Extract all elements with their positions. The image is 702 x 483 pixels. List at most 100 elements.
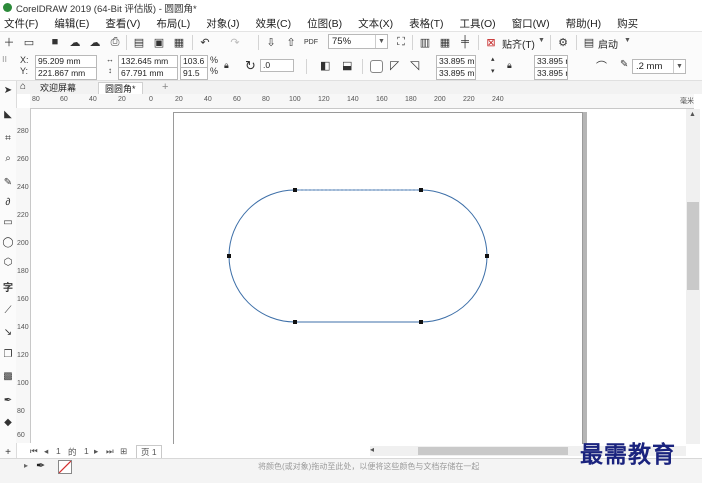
import-icon[interactable]: ⇩ xyxy=(264,35,278,49)
new-document-icon[interactable]: ＋ xyxy=(2,35,16,49)
cloud-download-icon[interactable]: ☁ xyxy=(68,35,82,49)
corner-radius-bottom-left-field[interactable]: 33.895 mm xyxy=(436,67,476,80)
first-page-icon[interactable]: ⏮ xyxy=(30,446,38,457)
selection-handle[interactable] xyxy=(293,188,297,192)
no-color-swatch[interactable] xyxy=(58,460,72,474)
menu-bitmaps[interactable]: 位图(B) xyxy=(307,16,342,31)
y-position-field[interactable]: 221.867 mm xyxy=(35,67,97,80)
selection-handle[interactable] xyxy=(485,254,489,258)
add-tool-icon[interactable]: + xyxy=(1,445,15,459)
full-screen-icon[interactable]: ⛶ xyxy=(394,35,408,49)
text-tool-icon[interactable]: 字 xyxy=(1,279,15,294)
selection-handle[interactable] xyxy=(293,320,297,324)
menu-file[interactable]: 文件(F) xyxy=(4,16,38,31)
drawing-canvas[interactable] xyxy=(31,109,685,444)
menu-tools[interactable]: 工具(O) xyxy=(460,16,496,31)
relative-corner-scaling-icon[interactable]: ⌒ xyxy=(596,58,607,74)
last-page-icon[interactable]: ⏭ xyxy=(106,446,114,457)
polygon-tool-icon[interactable]: ⬡ xyxy=(1,255,15,269)
expand-icon[interactable]: ▸ xyxy=(24,461,28,470)
show-guidelines-icon[interactable]: ╪ xyxy=(458,35,472,49)
pick-tool-icon[interactable]: ➤ xyxy=(1,83,15,97)
drop-shadow-icon[interactable]: ❐ xyxy=(1,347,15,361)
crop-tool-icon[interactable]: ⌗ xyxy=(1,131,15,145)
scroll-up-icon[interactable]: ▲ xyxy=(689,111,696,118)
horizontal-ruler[interactable]: 80 60 40 20 0 20 40 60 80 100 120 140 16… xyxy=(30,94,694,109)
rotation-angle-field[interactable]: .0 xyxy=(260,59,294,72)
page-tab[interactable]: 页 1 xyxy=(136,445,162,459)
copy-icon[interactable]: ▣ xyxy=(152,35,166,49)
selection-handle[interactable] xyxy=(227,254,231,258)
launch-menu[interactable]: 启动 xyxy=(598,36,618,51)
vertical-scroll-thumb[interactable] xyxy=(687,202,699,290)
show-grid-icon[interactable]: ▦ xyxy=(438,35,452,49)
spinner-up-icon[interactable]: ▴ xyxy=(491,55,495,63)
menu-layout[interactable]: 布局(L) xyxy=(156,16,190,31)
options-gear-icon[interactable]: ⚙ xyxy=(556,35,570,49)
zoom-tool-icon[interactable]: ⌕ xyxy=(1,151,15,165)
snap-off-icon[interactable]: ⊠ xyxy=(484,35,498,49)
menu-view[interactable]: 查看(V) xyxy=(105,16,140,31)
menu-text[interactable]: 文本(X) xyxy=(358,16,393,31)
menu-help[interactable]: 帮助(H) xyxy=(566,16,602,31)
chevron-down-icon[interactable]: ▼ xyxy=(538,37,545,44)
menu-table[interactable]: 表格(T) xyxy=(409,16,443,31)
cut-icon[interactable]: ▤ xyxy=(132,35,146,49)
tab-welcome-screen[interactable]: 欢迎屏幕 xyxy=(34,82,82,94)
menu-effects[interactable]: 效果(C) xyxy=(256,16,292,31)
paste-icon[interactable]: ▦ xyxy=(172,35,186,49)
round-corner-icon[interactable] xyxy=(370,60,383,73)
menu-buy[interactable]: 购买 xyxy=(617,16,638,31)
menu-window[interactable]: 窗口(W) xyxy=(512,16,550,31)
connector-tool-icon[interactable]: ↘ xyxy=(1,325,15,339)
chevron-down-icon[interactable]: ▼ xyxy=(624,37,631,44)
shape-tool-icon[interactable]: ◣ xyxy=(1,107,15,121)
home-icon[interactable]: ⌂ xyxy=(20,81,26,92)
mirror-vertical-icon[interactable]: ⬓ xyxy=(342,59,352,72)
outline-width-select[interactable]: .2 mm ▼ xyxy=(632,59,686,74)
save-icon[interactable]: ■ xyxy=(48,35,62,49)
scalloped-corner-icon[interactable]: ◸ xyxy=(390,58,399,72)
scroll-left-icon[interactable]: ◂ xyxy=(370,445,374,454)
menu-edit[interactable]: 编辑(E) xyxy=(54,16,89,31)
corner-radius-bottom-right-field[interactable]: 33.895 mm xyxy=(534,67,568,80)
mirror-horizontal-icon[interactable]: ◧ xyxy=(320,59,330,72)
open-folder-icon[interactable]: ▭ xyxy=(22,35,36,49)
snap-to-menu[interactable]: 贴齐(T) xyxy=(502,36,535,51)
add-tab-icon[interactable]: + xyxy=(162,81,168,93)
eyedropper-icon[interactable]: ✒ xyxy=(36,459,45,472)
lock-corners-icon[interactable]: 🔒︎ xyxy=(507,60,512,71)
vertical-scrollbar[interactable]: ▲ xyxy=(686,109,700,444)
transparency-icon[interactable]: ▩ xyxy=(1,369,15,383)
spinner-down-icon[interactable]: ▾ xyxy=(491,67,495,75)
parallel-dimension-icon[interactable]: ⟋ xyxy=(1,303,15,317)
scale-y-field[interactable]: 91.5 xyxy=(180,67,208,80)
height-field[interactable]: 67.791 mm xyxy=(118,67,178,80)
freehand-tool-icon[interactable]: ✎ xyxy=(1,175,15,189)
export-icon[interactable]: ⇧ xyxy=(284,35,298,49)
menu-object[interactable]: 对象(J) xyxy=(206,16,239,31)
vertical-ruler[interactable]: 280 260 240 220 200 180 160 140 120 100 … xyxy=(16,108,31,443)
launch-icon[interactable]: ▤ xyxy=(582,35,596,49)
show-rulers-icon[interactable]: ▥ xyxy=(418,35,432,49)
zoom-level-select[interactable]: 75% ▼ xyxy=(328,34,388,49)
cloud-upload-icon[interactable]: ☁ xyxy=(88,35,102,49)
export-pdf-icon[interactable]: PDF xyxy=(304,35,318,49)
lock-ratio-icon[interactable]: 🔒︎ xyxy=(224,60,229,71)
next-page-icon[interactable]: ▸ xyxy=(94,446,98,457)
prev-page-icon[interactable]: ◂ xyxy=(44,446,48,457)
redo-icon[interactable]: ↷ xyxy=(228,35,242,49)
selection-handle[interactable] xyxy=(419,188,423,192)
artistic-media-icon[interactable]: ∂ xyxy=(1,195,15,209)
chamfered-corner-icon[interactable]: ◹ xyxy=(410,58,419,72)
horizontal-scroll-thumb[interactable] xyxy=(418,447,568,455)
eyedropper-icon[interactable]: ✒ xyxy=(1,393,15,407)
print-icon[interactable]: ⎙ xyxy=(108,35,122,49)
rectangle-tool-icon[interactable]: ▭ xyxy=(1,215,15,229)
interactive-fill-icon[interactable]: ◆ xyxy=(1,415,15,429)
ellipse-tool-icon[interactable]: ◯ xyxy=(1,235,15,249)
add-page-icon[interactable]: ⊞ xyxy=(120,446,127,457)
undo-icon[interactable]: ↶ xyxy=(198,35,212,49)
rounded-rectangle-shape[interactable] xyxy=(228,189,488,323)
selection-handle[interactable] xyxy=(419,320,423,324)
